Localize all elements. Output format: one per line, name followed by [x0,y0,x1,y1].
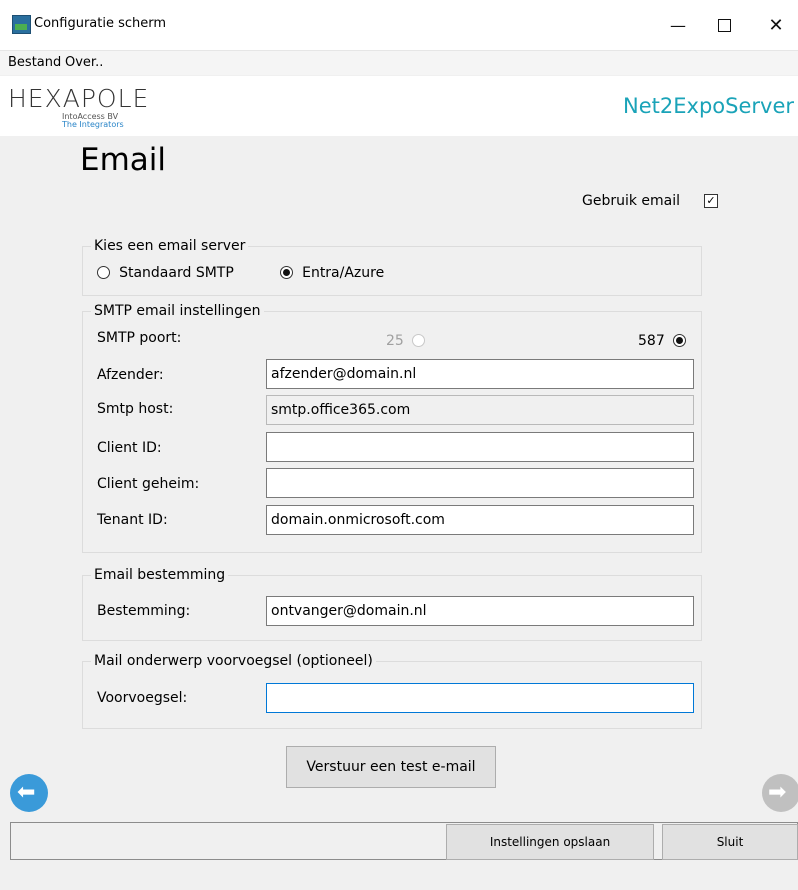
use-email-label: Gebruik email [582,193,681,209]
send-test-email-button[interactable]: Verstuur een test e-mail [286,746,496,788]
radio-selected-icon [672,334,686,347]
voorvoegsel-field[interactable] [266,683,694,713]
maximize-icon [717,18,731,32]
arrow-right-icon: ➡ [768,780,787,805]
minimize-button[interactable]: — [656,8,700,42]
radio-entra-azure[interactable]: Entra/Azure [280,262,384,281]
menu-bar [0,51,798,75]
close-button[interactable]: Sluit [662,824,798,860]
save-settings-button[interactable]: Instellingen opslaan [446,824,654,860]
radio-label: Entra/Azure [302,265,385,281]
client-id-field[interactable] [266,432,694,462]
voorvoegsel-label: Voorvoegsel: [97,690,188,706]
tenant-id-field[interactable]: domain.onmicrosoft.com [266,505,694,535]
hexapole-logo: HEXAPOLE [8,84,149,113]
menu-item-bestand[interactable]: Bestand [8,55,61,70]
client-secret-field[interactable] [266,468,694,498]
afzender-field[interactable]: afzender@domain.nl [266,359,694,389]
radio-selected-icon [280,266,293,279]
minimize-icon: — [670,15,686,35]
app-icon [12,15,31,34]
subject-prefix-legend: Mail onderwerp voorvoegsel (optioneel) [94,653,373,669]
smtp-port-label: SMTP poort: [97,330,182,346]
smtp-host-field[interactable]: smtp.office365.com [266,395,694,425]
radio-label: 25 [386,333,404,349]
maximize-button[interactable] [702,8,746,42]
radio-icon [411,334,425,347]
window-title: Configuratie scherm [34,16,167,31]
logo-text: HEXAPOLE [8,84,150,113]
close-icon: ✕ [768,14,784,36]
radio-label: Standaard SMTP [119,265,234,281]
port-587-radio[interactable]: 587 [638,330,686,349]
client-secret-label: Client geheim: [97,476,200,492]
menu-item-over[interactable]: Over.. [65,55,103,70]
radio-label: 587 [638,333,665,349]
smtp-host-label: Smtp host: [97,401,174,417]
afzender-label: Afzender: [97,367,164,383]
app-name: Net2ExpoServer [623,94,794,118]
radio-standard-smtp[interactable]: Standaard SMTP [97,262,234,281]
email-server-legend: Kies een email server [94,238,246,254]
page-title: Email [80,142,167,178]
tenant-id-label: Tenant ID: [97,512,168,528]
email-destination-legend: Email bestemming [94,567,226,583]
use-email-checkbox[interactable]: ✓ [704,194,718,208]
close-window-button[interactable]: ✕ [754,8,798,42]
smtp-settings-legend: SMTP email instellingen [94,303,261,319]
bestemming-label: Bestemming: [97,603,191,619]
port-25-radio: 25 [386,330,425,349]
arrow-left-icon: ⬅ [17,780,36,805]
radio-icon [97,266,110,279]
client-id-label: Client ID: [97,440,162,456]
logo-tagline: The Integrators [62,120,124,129]
bestemming-field[interactable]: ontvanger@domain.nl [266,596,694,626]
